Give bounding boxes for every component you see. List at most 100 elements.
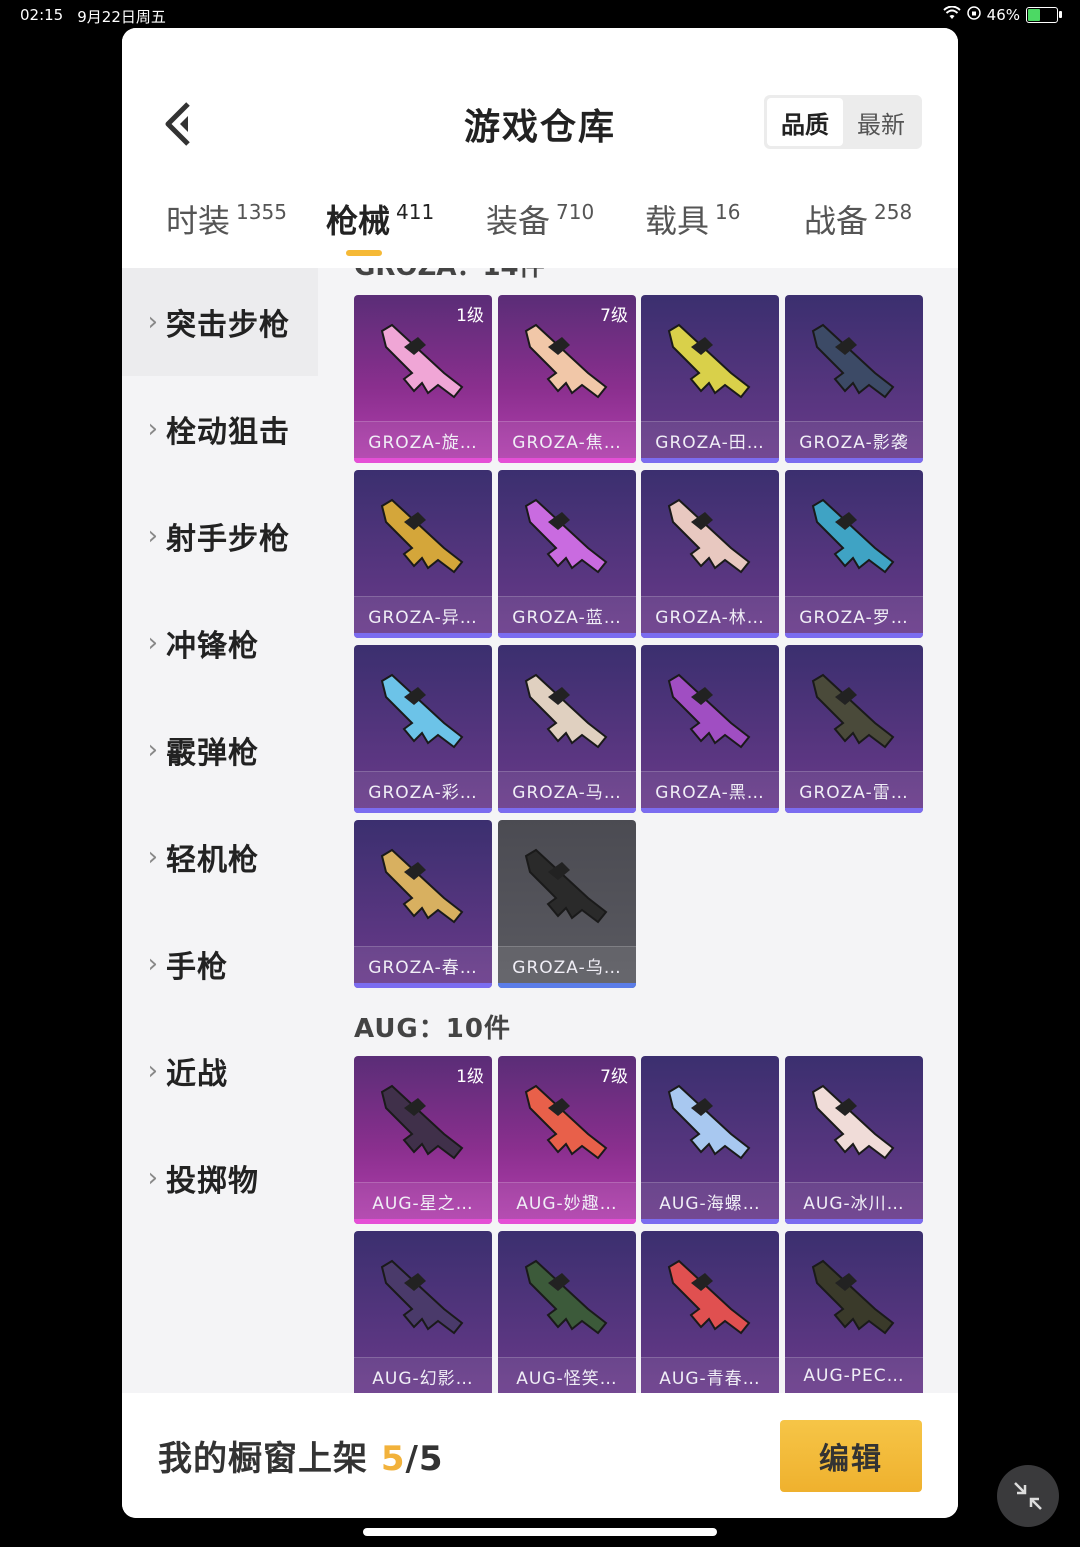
weapon-grid[interactable]: GROZA：14件 1级GROZA-旋…7级GROZA-焦…GROZA-田…GR… <box>318 268 958 1393</box>
weapon-name: AUG-海螺… <box>641 1182 779 1219</box>
sidebar-item-label: 突击步枪 <box>166 308 290 343</box>
weapon-card[interactable]: GROZA-罗… <box>785 470 923 638</box>
weapon-skin-icon <box>524 323 608 399</box>
weapon-skin-icon <box>380 1259 464 1335</box>
rarity-bar <box>641 1219 779 1224</box>
tab-equipment[interactable]: 装备 710 <box>486 196 594 268</box>
tab-fashion[interactable]: 时装 1355 <box>166 196 287 268</box>
tab-label: 战备 <box>804 202 869 240</box>
weapon-name: AUG-冰川… <box>785 1182 923 1219</box>
chevron-right-icon: › <box>147 307 158 337</box>
chevron-right-icon: › <box>147 1163 158 1193</box>
weapon-skin-icon <box>524 1259 608 1335</box>
weapon-name: GROZA-雷… <box>785 771 923 808</box>
sidebar-item[interactable]: › 射手步枪 <box>122 482 318 590</box>
edit-button[interactable]: 编辑 <box>780 1420 922 1492</box>
rarity-bar <box>498 458 636 463</box>
tab-label: 装备 <box>486 202 551 240</box>
weapon-skin-icon <box>667 673 751 749</box>
orientation-lock-icon <box>966 6 981 24</box>
weapon-card[interactable]: GROZA-田… <box>641 295 779 463</box>
weapon-card[interactable]: GROZA-异… <box>354 470 492 638</box>
weapon-skin-icon <box>524 848 608 924</box>
tab-vehicles[interactable]: 载具 16 <box>645 196 740 268</box>
weapon-card[interactable]: GROZA-马… <box>498 645 636 813</box>
active-tab-indicator <box>346 250 382 256</box>
weapon-card[interactable]: AUG-青春… <box>641 1231 779 1393</box>
tab-label: 枪械 <box>326 202 391 240</box>
rarity-bar <box>785 808 923 813</box>
weapon-card[interactable]: 1级 AUG-星之… <box>354 1056 492 1224</box>
tab-label: 时装 <box>166 202 231 240</box>
showcase-status: 我的橱窗上架 5/5 <box>158 1431 444 1480</box>
weapon-name: GROZA-林… <box>641 596 779 633</box>
warehouse-body: › 突击步枪 › 栓动狙击 › 射手步枪 › 冲锋枪 › 霰弹枪 › 轻机枪 › 手枪 › 近战 › 投掷物 GR… <box>122 268 958 1393</box>
chevron-right-icon: › <box>147 521 158 551</box>
sidebar-item[interactable]: › 轻机枪 <box>122 803 318 911</box>
weapon-card[interactable]: 7级 GROZA-焦… <box>498 295 636 463</box>
weapon-skin-icon <box>524 1084 608 1160</box>
rarity-bar <box>498 808 636 813</box>
rarity-bar <box>498 983 636 988</box>
weapon-card[interactable]: AUG-PEC… <box>785 1231 923 1393</box>
weapon-skin-icon <box>380 673 464 749</box>
battery-icon <box>1026 7 1062 23</box>
chevron-right-icon: › <box>147 735 158 765</box>
rarity-bar <box>785 633 923 638</box>
weapon-level-badge: 7级 <box>600 306 628 326</box>
home-indicator[interactable] <box>363 1528 717 1536</box>
weapon-skin-icon <box>667 323 751 399</box>
header: 游戏仓库 品质 最新 <box>122 28 958 218</box>
sidebar-item-label: 霰弹枪 <box>166 736 259 771</box>
sidebar-item[interactable]: › 投掷物 <box>122 1124 318 1232</box>
weapon-card[interactable]: GROZA-黑… <box>641 645 779 813</box>
weapon-skin-icon <box>524 673 608 749</box>
weapon-name: AUG-幻影… <box>354 1357 492 1393</box>
chevron-right-icon: › <box>147 949 158 979</box>
showcase-total: /5 <box>405 1439 444 1479</box>
weapon-skin-icon <box>811 498 895 574</box>
weapon-name: AUG-青春… <box>641 1357 779 1393</box>
minimize-button[interactable] <box>997 1465 1059 1527</box>
tab-guns[interactable]: 枪械 411 <box>326 196 434 268</box>
weapon-card[interactable]: GROZA-林… <box>641 470 779 638</box>
sidebar-item[interactable]: › 栓动狙击 <box>122 375 318 483</box>
chevron-right-icon: › <box>147 842 158 872</box>
weapon-card[interactable]: GROZA-彩… <box>354 645 492 813</box>
weapon-card[interactable]: GROZA-春… <box>354 820 492 988</box>
tab-count: 16 <box>715 200 741 224</box>
weapon-skin-icon <box>380 848 464 924</box>
rarity-bar <box>354 1219 492 1224</box>
chevron-right-icon: › <box>147 628 158 658</box>
weapon-card[interactable]: AUG-冰川… <box>785 1056 923 1224</box>
sidebar-item[interactable]: › 突击步枪 <box>122 268 318 376</box>
sidebar-item-label: 轻机枪 <box>166 843 259 878</box>
weapon-card[interactable]: GROZA-蓝… <box>498 470 636 638</box>
weapon-card[interactable]: GROZA-乌… <box>498 820 636 988</box>
sidebar-item-label: 栓动狙击 <box>166 415 290 450</box>
status-date: 9月22日周五 <box>77 8 166 26</box>
weapon-card[interactable]: AUG-怪笑… <box>498 1231 636 1393</box>
weapon-card[interactable]: 7级 AUG-妙趣… <box>498 1056 636 1224</box>
weapon-card[interactable]: GROZA-雷… <box>785 645 923 813</box>
weapon-card[interactable]: AUG-幻影… <box>354 1231 492 1393</box>
sort-quality[interactable]: 品质 <box>767 98 843 146</box>
sidebar-item[interactable]: › 手枪 <box>122 910 318 1018</box>
rarity-bar <box>498 633 636 638</box>
group-header: AUG：10件 <box>354 1014 511 1044</box>
sidebar-item[interactable]: › 冲锋枪 <box>122 589 318 697</box>
weapon-card[interactable]: GROZA-影袭 <box>785 295 923 463</box>
rarity-bar <box>641 458 779 463</box>
tab-supplies[interactable]: 战备 258 <box>804 196 912 268</box>
sidebar-item[interactable]: › 霰弹枪 <box>122 696 318 804</box>
sort-latest[interactable]: 最新 <box>843 98 919 146</box>
weapon-name: GROZA-黑… <box>641 771 779 808</box>
rarity-bar <box>498 1219 636 1224</box>
status-time: 02:15 <box>20 6 64 24</box>
weapon-level-badge: 1级 <box>456 1067 484 1087</box>
weapon-card[interactable]: AUG-海螺… <box>641 1056 779 1224</box>
sidebar-item[interactable]: › 近战 <box>122 1017 318 1125</box>
chevron-right-icon: › <box>147 414 158 444</box>
weapon-skin-icon <box>811 1259 895 1335</box>
weapon-card[interactable]: 1级 GROZA-旋… <box>354 295 492 463</box>
